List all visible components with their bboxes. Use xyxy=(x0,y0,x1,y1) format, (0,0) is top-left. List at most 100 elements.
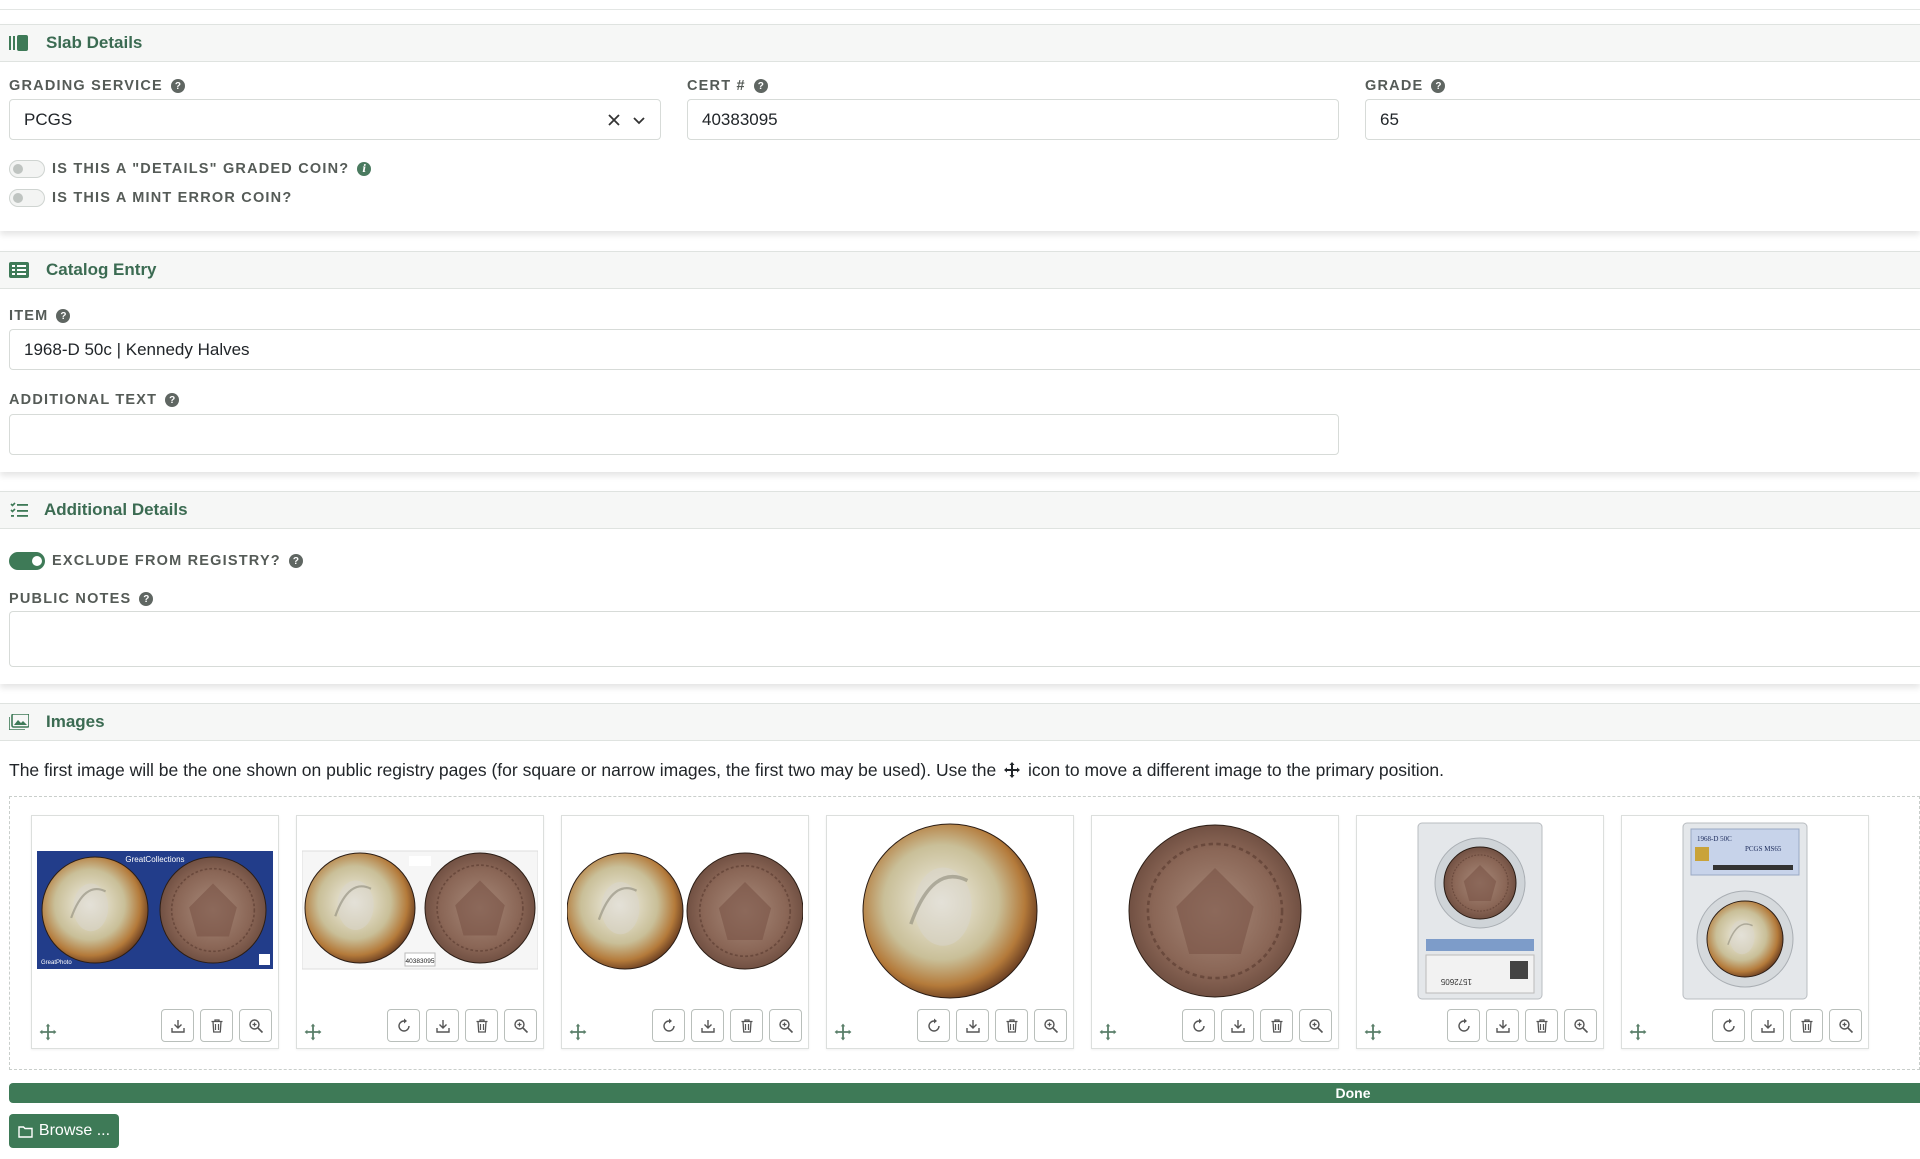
rotate-button[interactable] xyxy=(917,1009,950,1042)
zoom-button[interactable] xyxy=(1829,1009,1862,1042)
delete-button[interactable] xyxy=(730,1009,763,1042)
zoom-button[interactable] xyxy=(239,1009,272,1042)
images-header: Images xyxy=(0,703,1920,741)
image-thumbnail[interactable]: 40383095 xyxy=(296,815,544,1049)
rotate-icon xyxy=(926,1018,942,1034)
image-thumbnail[interactable] xyxy=(561,815,809,1049)
slab-icon xyxy=(9,33,29,53)
zoom-button[interactable] xyxy=(504,1009,537,1042)
help-icon[interactable]: ? xyxy=(165,393,180,407)
section-title: Catalog Entry xyxy=(46,260,157,279)
grading-service-select[interactable]: PCGS xyxy=(9,99,661,140)
delete-icon xyxy=(1269,1018,1285,1034)
delete-button[interactable] xyxy=(1260,1009,1293,1042)
details-graded-toggle[interactable] xyxy=(9,160,45,178)
delete-icon xyxy=(1799,1018,1815,1034)
delete-icon xyxy=(1534,1018,1550,1034)
rotate-button[interactable] xyxy=(387,1009,420,1042)
rotate-icon xyxy=(396,1018,412,1034)
download-icon xyxy=(435,1018,451,1034)
grade-value: 65 xyxy=(1380,109,1399,129)
delete-button[interactable] xyxy=(1790,1009,1823,1042)
additional-text-input[interactable] xyxy=(9,414,1339,455)
delete-button[interactable] xyxy=(1525,1009,1558,1042)
download-button[interactable] xyxy=(691,1009,724,1042)
help-icon[interactable]: ? xyxy=(288,554,303,568)
browse-label: Browse ... xyxy=(38,1122,111,1139)
move-icon[interactable] xyxy=(568,1022,588,1042)
upload-progress-fill xyxy=(9,1083,1920,1103)
image-thumbnail[interactable]: 1572605 xyxy=(1356,815,1604,1049)
item-input[interactable]: 1968-D 50c | Kennedy Halves xyxy=(9,329,1920,370)
upload-progress-label: Done xyxy=(1335,1085,1371,1101)
download-button[interactable] xyxy=(956,1009,989,1042)
list-icon xyxy=(9,260,29,280)
cert-label: CERT #? xyxy=(687,78,768,94)
delete-button[interactable] xyxy=(465,1009,498,1042)
rotate-button[interactable] xyxy=(1712,1009,1745,1042)
grade-label: GRADE? xyxy=(1365,78,1446,94)
image-thumbnail[interactable] xyxy=(826,815,1074,1049)
zoom-button[interactable] xyxy=(1034,1009,1067,1042)
zoom-icon xyxy=(1573,1018,1589,1034)
move-icon[interactable] xyxy=(1098,1022,1118,1042)
download-icon xyxy=(170,1018,186,1034)
zoom-icon xyxy=(1308,1018,1324,1034)
mint-error-label: IS THIS A MINT ERROR COIN? xyxy=(52,190,293,206)
svg-text:1968-D 50C: 1968-D 50C xyxy=(1697,835,1732,843)
image-toolbar xyxy=(161,1009,272,1042)
zoom-icon xyxy=(1043,1018,1059,1034)
chevron-down-icon[interactable] xyxy=(632,113,646,133)
browse-button[interactable]: Browse ... xyxy=(9,1114,119,1148)
download-icon xyxy=(965,1018,981,1034)
additional-text-label: ADDITIONAL TEXT? xyxy=(9,392,180,408)
zoom-button[interactable] xyxy=(1564,1009,1597,1042)
cert-input[interactable]: 40383095 xyxy=(687,99,1339,140)
catalog-entry-header: Catalog Entry xyxy=(0,251,1920,289)
download-icon xyxy=(700,1018,716,1034)
clear-icon[interactable] xyxy=(606,112,622,133)
zoom-button[interactable] xyxy=(769,1009,802,1042)
move-icon[interactable] xyxy=(1363,1022,1383,1042)
images-card: Images xyxy=(0,703,1920,745)
download-button[interactable] xyxy=(1221,1009,1254,1042)
move-icon[interactable] xyxy=(303,1022,323,1042)
download-button[interactable] xyxy=(426,1009,459,1042)
help-icon[interactable]: ? xyxy=(753,79,768,93)
image-thumbnail[interactable] xyxy=(1091,815,1339,1049)
zoom-icon xyxy=(778,1018,794,1034)
info-icon[interactable]: i xyxy=(357,162,372,176)
move-icon[interactable] xyxy=(38,1022,58,1042)
rotate-button[interactable] xyxy=(1447,1009,1480,1042)
grade-input[interactable]: 65 xyxy=(1365,99,1920,140)
rotate-button[interactable] xyxy=(652,1009,685,1042)
public-notes-label: PUBLIC NOTES? xyxy=(9,591,154,607)
download-icon xyxy=(1495,1018,1511,1034)
delete-button[interactable] xyxy=(995,1009,1028,1042)
zoom-button[interactable] xyxy=(1299,1009,1332,1042)
move-icon[interactable] xyxy=(833,1022,853,1042)
download-button[interactable] xyxy=(1486,1009,1519,1042)
exclude-registry-toggle[interactable] xyxy=(9,552,45,570)
move-icon[interactable] xyxy=(1628,1022,1648,1042)
delete-icon xyxy=(474,1018,490,1034)
details-graded-label: IS THIS A "DETAILS" GRADED COIN? i xyxy=(52,161,372,177)
section-title: Images xyxy=(46,712,105,731)
download-button[interactable] xyxy=(1751,1009,1784,1042)
section-title: Slab Details xyxy=(46,33,143,52)
image-thumbnail[interactable]: 1968-D 50C PCGS MS65 xyxy=(1621,815,1869,1049)
rotate-button[interactable] xyxy=(1182,1009,1215,1042)
mint-error-toggle[interactable] xyxy=(9,189,45,207)
download-icon xyxy=(1230,1018,1246,1034)
help-icon[interactable]: ? xyxy=(139,592,154,606)
slab-details-header: Slab Details xyxy=(0,24,1920,62)
help-icon[interactable]: ? xyxy=(1431,79,1446,93)
rotate-icon xyxy=(1721,1018,1737,1034)
delete-button[interactable] xyxy=(200,1009,233,1042)
public-notes-input[interactable] xyxy=(9,611,1920,667)
image-thumbnail[interactable]: GreatCollections GreatPhoto xyxy=(31,815,279,1049)
download-button[interactable] xyxy=(161,1009,194,1042)
help-icon[interactable]: ? xyxy=(56,309,71,323)
help-icon[interactable]: ? xyxy=(170,79,185,93)
coin-image xyxy=(832,821,1068,1001)
